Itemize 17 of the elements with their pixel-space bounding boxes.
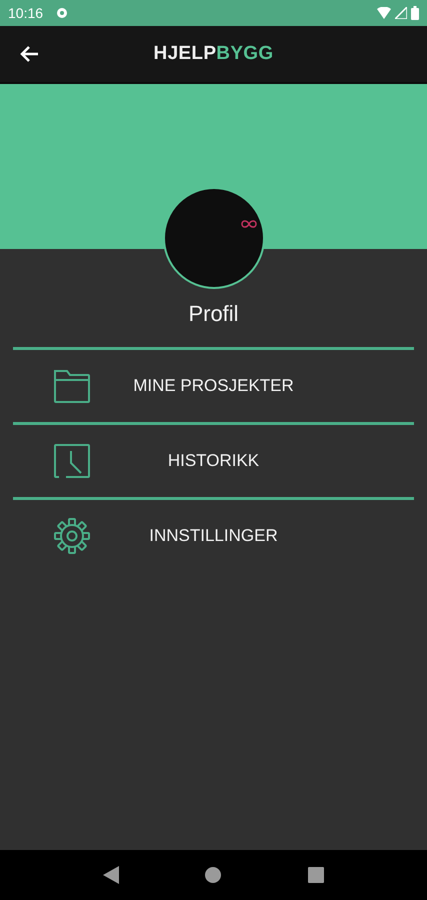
home-nav-button[interactable] — [205, 867, 222, 883]
clock-icon — [53, 443, 91, 479]
settings-icon — [53, 518, 91, 554]
status-time: 10:16 — [8, 5, 44, 21]
profile-label: Profil — [187, 301, 240, 327]
recents-nav-button[interactable] — [308, 867, 324, 883]
wifi-icon — [377, 7, 391, 19]
infinity-icon — [240, 219, 258, 229]
battery-icon — [411, 6, 419, 20]
back-nav-button[interactable] — [103, 866, 120, 884]
signal-icon — [395, 7, 407, 19]
settings-icon — [55, 6, 70, 20]
menu-item[interactable]: INNSTILLINGER — [0, 500, 427, 572]
menu-item[interactable]: MINE PROSJEKTER — [0, 350, 427, 422]
folder-icon — [53, 368, 91, 404]
app-title: HJELPBYGG — [154, 43, 274, 65]
menu-item[interactable]: HISTORIKK — [0, 425, 427, 497]
